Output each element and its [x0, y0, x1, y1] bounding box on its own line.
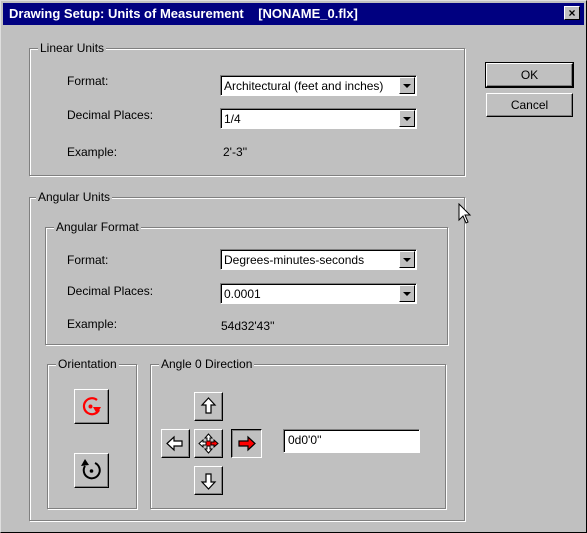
- angle-zero-input[interactable]: 0d0'0'': [283, 429, 420, 453]
- arrow-down-icon: [200, 473, 217, 490]
- mouse-cursor-icon: [458, 203, 472, 224]
- linear-format-select[interactable]: Architectural (feet and inches): [220, 75, 417, 96]
- linear-format-value: Architectural (feet and inches): [224, 79, 384, 93]
- angular-format-title: Angular Format: [54, 220, 141, 234]
- angular-decimal-value: 0.0001: [224, 287, 261, 301]
- angular-format-label: Format:: [67, 253, 109, 267]
- arrow-left-icon: [166, 435, 183, 452]
- linear-format-label: Format:: [67, 74, 109, 88]
- ok-button[interactable]: OK: [485, 62, 574, 88]
- close-button[interactable]: ×: [564, 6, 580, 20]
- counterclockwise-button[interactable]: [74, 453, 109, 488]
- cancel-label: Cancel: [510, 98, 549, 112]
- angular-units-title: Angular Units: [36, 190, 113, 204]
- title-bar[interactable]: Drawing Setup: Units of Measurement [NON…: [3, 3, 584, 25]
- linear-example-label: Example:: [67, 145, 118, 159]
- angular-format-value: Degrees-minutes-seconds: [224, 253, 365, 267]
- ok-label: OK: [520, 68, 539, 82]
- center-icon: [198, 433, 219, 454]
- units-dialog: Drawing Setup: Units of Measurement [NON…: [0, 0, 587, 533]
- clockwise-button[interactable]: [74, 389, 109, 424]
- chevron-down-icon[interactable]: [399, 77, 415, 94]
- angle-north-button[interactable]: [194, 392, 223, 421]
- angular-decimal-label: Decimal Places:: [67, 284, 154, 298]
- counterclockwise-rotation-icon: [81, 459, 101, 480]
- chevron-down-icon[interactable]: [399, 251, 415, 268]
- chevron-down-icon[interactable]: [399, 285, 415, 302]
- angle-west-button[interactable]: [161, 429, 190, 458]
- angle-south-button[interactable]: [194, 466, 223, 495]
- linear-units-title: Linear Units: [38, 41, 107, 55]
- angular-format-select[interactable]: Degrees-minutes-seconds: [220, 249, 417, 270]
- linear-decimal-select[interactable]: 1/4: [220, 108, 417, 129]
- clockwise-rotation-icon: [82, 397, 101, 416]
- angle-zero-title: Angle 0 Direction: [159, 357, 255, 371]
- chevron-down-icon[interactable]: [399, 110, 415, 127]
- close-icon: ×: [568, 6, 576, 20]
- cancel-button[interactable]: Cancel: [486, 93, 573, 117]
- angle-center-button[interactable]: [194, 429, 223, 458]
- linear-decimal-label: Decimal Places:: [67, 108, 154, 122]
- arrow-up-icon: [200, 397, 217, 414]
- angle-east-button[interactable]: [231, 429, 262, 458]
- arrow-right-icon: [238, 435, 256, 452]
- angular-decimal-select[interactable]: 0.0001: [220, 283, 417, 304]
- angular-example-label: Example:: [67, 317, 118, 331]
- window-title: Drawing Setup: Units of Measurement [NON…: [9, 6, 358, 21]
- orientation-title: Orientation: [56, 357, 119, 371]
- linear-decimal-value: 1/4: [224, 112, 241, 126]
- angular-example-value: 54d32'43'': [221, 319, 275, 333]
- linear-example-value: 2'-3'': [223, 145, 248, 159]
